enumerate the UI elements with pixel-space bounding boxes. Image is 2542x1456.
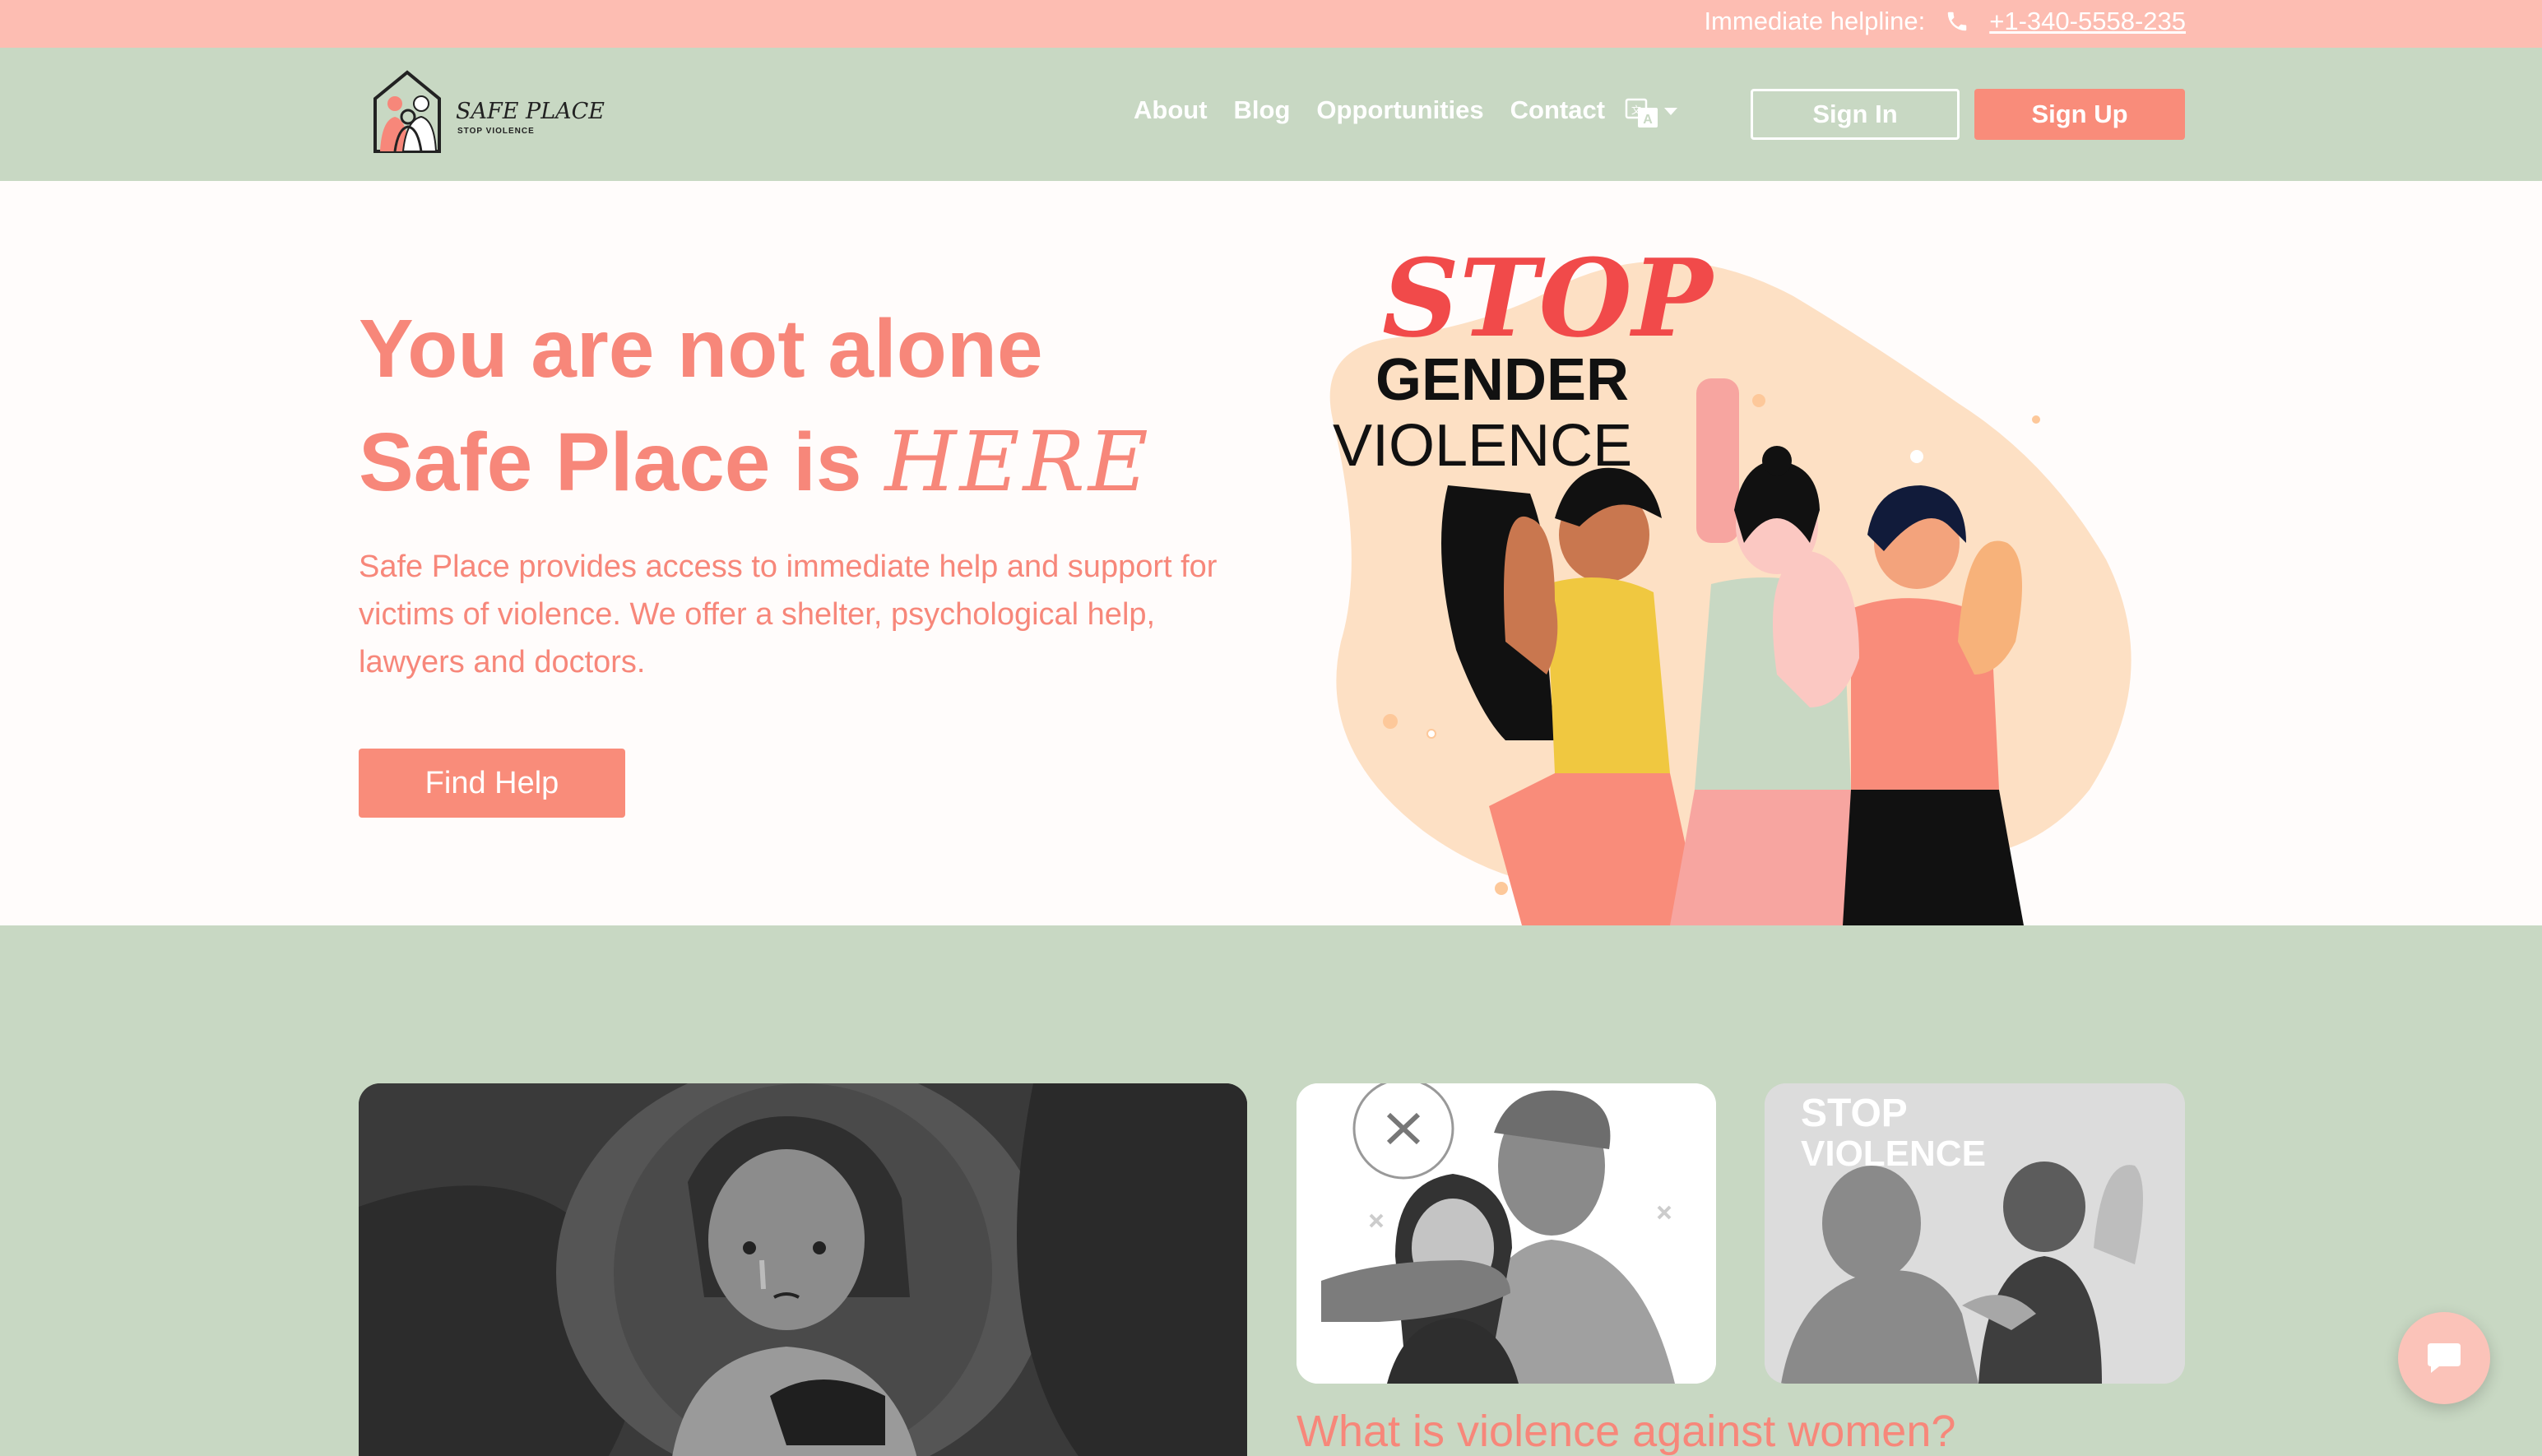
helpline-label: Immediate helpline: (1704, 7, 1926, 35)
chevron-down-icon (1664, 108, 1677, 115)
hero-title-line1: You are not alone (359, 303, 1043, 395)
nav-link-blog[interactable]: Blog (1234, 95, 1291, 125)
nav-link-about[interactable]: About (1134, 95, 1208, 125)
helpline-bar: Immediate helpline: +1-340-5558-235 (0, 0, 2542, 48)
phone-icon (1948, 12, 1967, 31)
hero-title: You are not alone Safe Place is HERE (359, 292, 1152, 519)
svg-text:文: 文 (1631, 104, 1641, 116)
nav-links: About Blog Opportunities Contact (1134, 95, 1605, 125)
logo-subtitle: STOP VIOLENCE (457, 127, 535, 136)
chat-icon (2428, 1343, 2461, 1373)
stop-violence-text-1: STOP (1801, 1092, 1908, 1135)
logo[interactable]: SAFE PLACE STOP VIOLENCE (370, 69, 605, 160)
nav-link-opportunities[interactable]: Opportunities (1316, 95, 1483, 125)
article-card-silenced[interactable] (1297, 1083, 1716, 1384)
stop-violence-text-2: VIOLENCE (1801, 1134, 1986, 1174)
find-help-button[interactable]: Find Help (359, 749, 625, 818)
section-heading: What is violence against women? (1297, 1407, 1956, 1456)
language-selector[interactable]: A 文 (1625, 93, 1682, 134)
illustration-stop-text: STOP (1382, 235, 1715, 361)
helpline-phone-link[interactable]: +1-340-5558-235 (1989, 7, 2186, 36)
sign-in-button[interactable]: Sign In (1751, 89, 1960, 140)
navbar: SAFE PLACE STOP VIOLENCE About Blog Oppo… (0, 48, 2542, 181)
helpline: Immediate helpline: +1-340-5558-235 (1704, 7, 2186, 36)
hero-description: Safe Place provides access to immediate … (359, 549, 1218, 679)
illustration-gender-text: GENDER (1375, 347, 1629, 413)
stop-gender-violence-illustration: STOP GENDER VIOLENCE (1329, 235, 2131, 925)
illustration-violence-text: VIOLENCE (1333, 413, 1632, 479)
chat-button[interactable] (2398, 1312, 2490, 1404)
sign-up-button[interactable]: Sign Up (1974, 89, 2185, 140)
stop-violence-image: STOP VIOLENCE (1765, 1083, 2185, 1384)
hero-title-line2: Safe Place is HERE (359, 406, 1152, 519)
info-section: STOP VIOLENCE What is violence against w… (0, 925, 2542, 1456)
nav-link-contact[interactable]: Contact (1510, 95, 1605, 125)
hero-title-prefix: Safe Place is (359, 416, 885, 508)
logo-title: SAFE PLACE (456, 99, 605, 124)
hero-section: You are not alone Safe Place is HERE Saf… (0, 181, 2542, 925)
crying-woman-image (359, 1083, 1247, 1456)
article-card-featured[interactable] (359, 1083, 1247, 1456)
article-card-stop-violence[interactable]: STOP VIOLENCE (1765, 1083, 2185, 1384)
hero-title-emphasis: HERE (884, 414, 1152, 510)
silenced-woman-image (1297, 1083, 1716, 1384)
svg-text:A: A (1643, 113, 1653, 127)
